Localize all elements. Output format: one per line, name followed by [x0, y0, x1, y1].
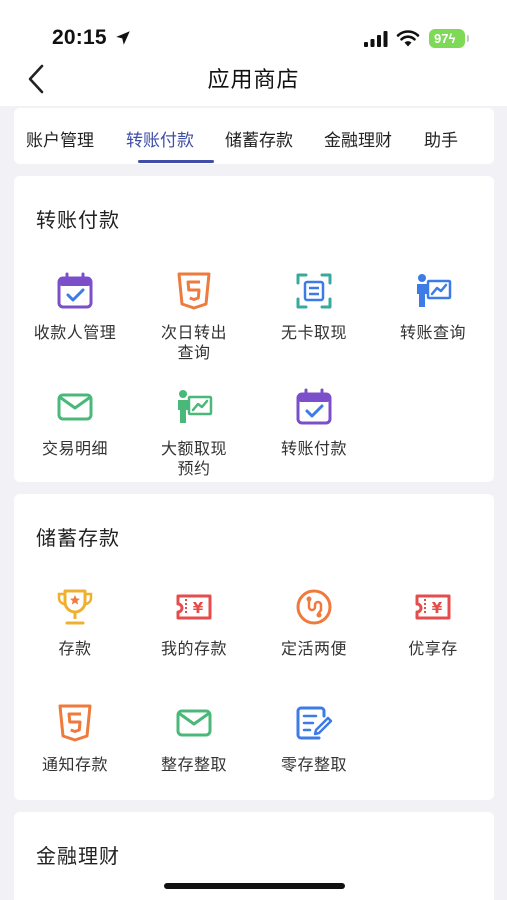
app-label: 通知存款 [41, 755, 108, 774]
html5-icon [177, 272, 211, 310]
app-label: 我的存款 [160, 639, 227, 658]
app-label: 定活两便 [280, 639, 347, 658]
category-tab-bar: 账户管理 转账付款 储蓄存款 金融理财 助手 [14, 108, 494, 164]
trophy-icon [57, 589, 93, 625]
section-title: 金融理财 [36, 844, 120, 868]
tab-account-management[interactable]: 账户管理 [26, 126, 94, 151]
battery-indicator: 97ϟ [429, 29, 469, 48]
app-transfer-query[interactable]: 转账查询 [373, 272, 493, 372]
presenter-chart-icon [178, 390, 213, 423]
app-label: 收款人管理 [33, 323, 117, 342]
page-title: 应用商店 [207, 68, 300, 93]
app-large-withdrawal-booking[interactable]: 大额取现 预约 [134, 388, 254, 488]
app-payee-management[interactable]: 收款人管理 [15, 272, 135, 372]
edit-document-icon [296, 706, 333, 740]
app-flexible-fixed[interactable]: 定活两便 [254, 588, 374, 688]
app-label: 零存整取 [280, 755, 347, 774]
charging-bolt-icon: ϟ [448, 31, 456, 46]
cellular-signal-icon [364, 31, 388, 47]
presenter-chart-icon [417, 274, 452, 307]
app-next-day-transfer-query[interactable]: 次日转出 查询 [134, 272, 254, 372]
app-transaction-details[interactable]: 交易明细 [15, 388, 135, 488]
app-transfer-payment[interactable]: 转账付款 [254, 388, 374, 488]
tab-transfer-payment[interactable]: 转账付款 [126, 126, 194, 151]
route-icon [296, 589, 332, 625]
section-title: 储蓄存款 [36, 526, 120, 550]
app-notice-deposit[interactable]: 通知存款 [15, 704, 135, 804]
app-label: 无卡取现 [280, 323, 347, 342]
svg-text:¥: ¥ [432, 599, 443, 617]
calendar-check-icon [296, 388, 332, 425]
app-installment-deposit[interactable]: 零存整取 [254, 704, 374, 804]
transfer-section: 转账付款 收款人管理 次日转出 查询 无卡取现 转账查询 交易明细 大额取现 预… [14, 176, 494, 482]
html5-icon [58, 704, 92, 742]
app-label: 转账查询 [399, 323, 466, 342]
svg-text:¥: ¥ [193, 599, 204, 617]
navigation-bar: 应用商店 [0, 56, 507, 106]
envelope-icon [176, 709, 212, 737]
active-tab-indicator [138, 160, 214, 163]
section-title: 转账付款 [36, 208, 120, 232]
tab-assistant[interactable]: 助手 [424, 126, 458, 151]
wifi-icon [396, 30, 420, 47]
app-cardless-withdrawal[interactable]: 无卡取现 [254, 272, 374, 372]
location-arrow-icon [116, 31, 130, 45]
app-lump-sum-deposit[interactable]: 整存整取 [134, 704, 254, 804]
app-premium-deposit[interactable]: ¥ 优享存 [373, 588, 493, 688]
app-label: 整存整取 [160, 755, 227, 774]
tab-wealth-management[interactable]: 金融理财 [324, 126, 392, 151]
tab-savings-deposit[interactable]: 储蓄存款 [225, 126, 293, 151]
app-deposit[interactable]: 存款 [15, 588, 135, 688]
scan-icon [296, 273, 332, 309]
yen-ticket-icon: ¥ [415, 594, 451, 620]
app-label: 大额取现 预约 [160, 439, 227, 478]
status-time: 20:15 [52, 26, 107, 49]
status-bar: 20:15 97ϟ [0, 0, 507, 56]
home-indicator[interactable] [164, 883, 345, 889]
calendar-check-icon [57, 272, 93, 309]
app-label: 优享存 [408, 639, 458, 658]
app-label: 交易明细 [41, 439, 108, 458]
app-label: 存款 [58, 639, 92, 658]
app-my-deposits[interactable]: ¥ 我的存款 [134, 588, 254, 688]
battery-level: 97 [434, 31, 449, 46]
yen-ticket-icon: ¥ [176, 594, 212, 620]
envelope-icon [57, 393, 93, 421]
savings-section: 储蓄存款 存款 ¥ 我的存款 定活两便 ¥ 优享存 通知存款 整存整取 零存整取 [14, 494, 494, 800]
app-label: 转账付款 [280, 439, 347, 458]
app-label: 次日转出 查询 [160, 323, 227, 362]
